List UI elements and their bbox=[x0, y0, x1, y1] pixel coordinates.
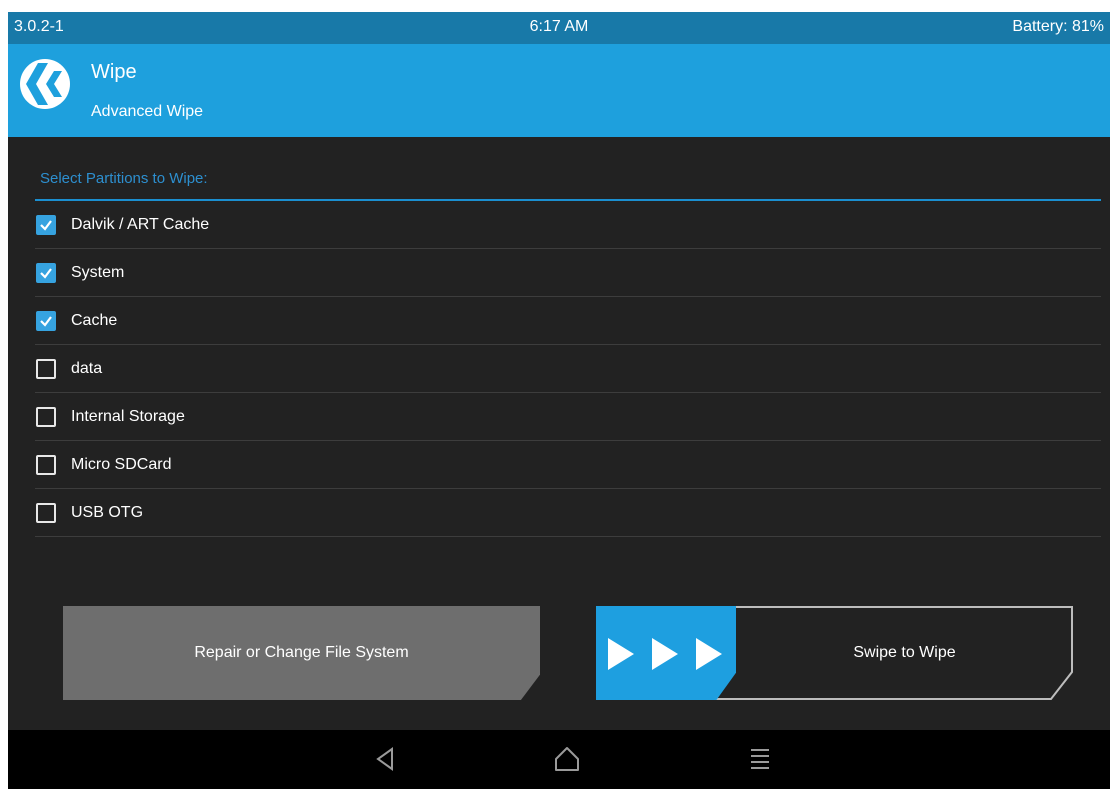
clock-text: 6:17 AM bbox=[529, 18, 589, 35]
partition-row[interactable]: Internal Storage bbox=[35, 393, 1101, 441]
checkmark-icon bbox=[40, 268, 52, 279]
swipe-label: Swipe to Wipe bbox=[853, 644, 956, 661]
swipe-to-wipe-slider[interactable]: Swipe to Wipe bbox=[596, 606, 1073, 700]
home-icon[interactable] bbox=[553, 745, 581, 773]
twrp-logo-icon bbox=[18, 57, 72, 111]
partition-label: data bbox=[71, 360, 103, 377]
partition-checkbox[interactable] bbox=[36, 455, 56, 475]
partition-checkbox[interactable] bbox=[36, 311, 56, 331]
page-subtitle: Advanced Wipe bbox=[91, 103, 204, 120]
partition-label: Internal Storage bbox=[71, 408, 185, 425]
header-bar: Wipe Advanced Wipe bbox=[8, 44, 1110, 137]
twrp-screen: 3.0.2-1 6:17 AM Battery: 81% Wipe Advanc… bbox=[8, 12, 1110, 789]
menu-icon[interactable] bbox=[746, 745, 774, 773]
battery-text: Battery: 81% bbox=[1012, 18, 1104, 35]
partition-checkbox[interactable] bbox=[36, 407, 56, 427]
repair-filesystem-button[interactable]: Repair or Change File System bbox=[63, 606, 540, 700]
partition-row[interactable]: USB OTG bbox=[35, 489, 1101, 537]
triple-arrow-right-icon bbox=[608, 638, 722, 670]
partition-label: Cache bbox=[71, 312, 118, 329]
checkmark-icon bbox=[40, 316, 52, 327]
status-bar: 3.0.2-1 6:17 AM Battery: 81% bbox=[8, 12, 1110, 44]
partition-label: System bbox=[71, 264, 125, 281]
partition-checkbox[interactable] bbox=[36, 263, 56, 283]
partition-row[interactable]: data bbox=[35, 345, 1101, 393]
partition-row[interactable]: Dalvik / ART Cache bbox=[35, 201, 1101, 249]
partition-label: Dalvik / ART Cache bbox=[71, 216, 210, 233]
back-icon[interactable] bbox=[372, 745, 400, 773]
partition-label: Micro SDCard bbox=[71, 456, 172, 473]
navigation-bar bbox=[8, 730, 1110, 789]
partition-label: USB OTG bbox=[71, 504, 144, 521]
page-title: Wipe bbox=[91, 61, 137, 83]
partition-checkbox[interactable] bbox=[36, 215, 56, 235]
partition-list: Dalvik / ART Cache System Cache data Interna… bbox=[35, 201, 1101, 537]
partition-row[interactable]: System bbox=[35, 249, 1101, 297]
partition-row[interactable]: Micro SDCard bbox=[35, 441, 1101, 489]
partition-row[interactable]: Cache bbox=[35, 297, 1101, 345]
swipe-handle[interactable] bbox=[596, 606, 736, 700]
partitions-heading: Select Partitions to Wipe: bbox=[40, 170, 208, 187]
partition-checkbox[interactable] bbox=[36, 503, 56, 523]
partition-checkbox[interactable] bbox=[36, 359, 56, 379]
checkmark-icon bbox=[40, 220, 52, 231]
